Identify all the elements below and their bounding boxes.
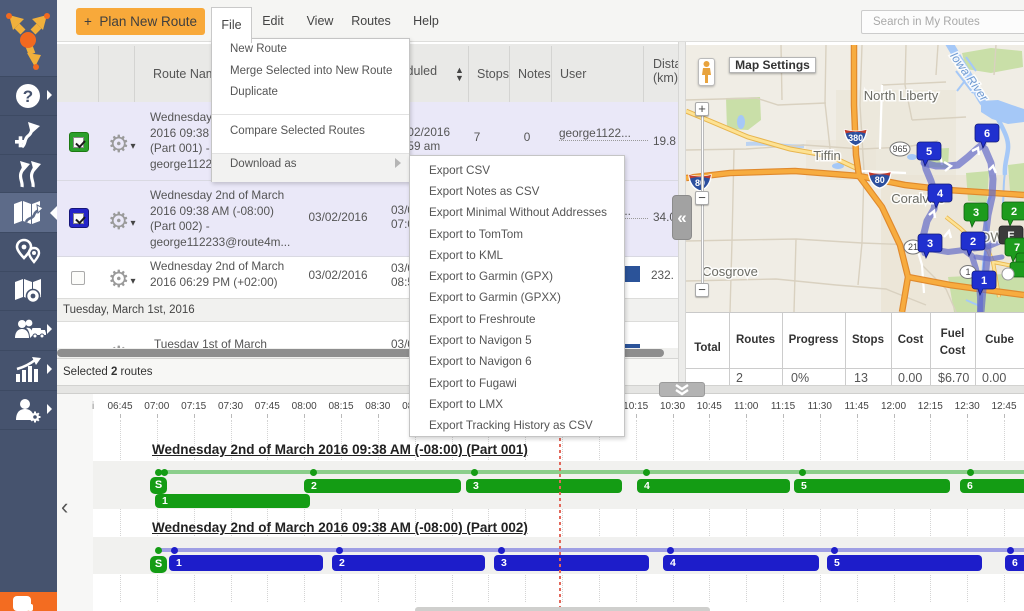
- svg-text:21: 21: [908, 242, 918, 252]
- svg-text:1: 1: [965, 267, 970, 277]
- svg-text:3: 3: [973, 207, 979, 219]
- svg-text:7: 7: [1014, 242, 1020, 254]
- svg-text:4: 4: [937, 188, 944, 200]
- svg-text:North Liberty: North Liberty: [864, 88, 939, 103]
- svg-text:1: 1: [981, 275, 987, 287]
- svg-text:?: ?: [23, 87, 33, 106]
- svg-text:Cosgrove: Cosgrove: [702, 264, 758, 279]
- svg-text:80: 80: [875, 175, 885, 185]
- svg-text:5: 5: [926, 146, 932, 158]
- svg-text:3: 3: [927, 238, 933, 250]
- svg-text:Tiffin: Tiffin: [813, 148, 840, 163]
- svg-text:2: 2: [970, 236, 976, 248]
- svg-text:380: 380: [848, 133, 863, 143]
- svg-text:965: 965: [892, 144, 907, 154]
- svg-text:2: 2: [1011, 206, 1017, 218]
- svg-text:6: 6: [984, 128, 990, 140]
